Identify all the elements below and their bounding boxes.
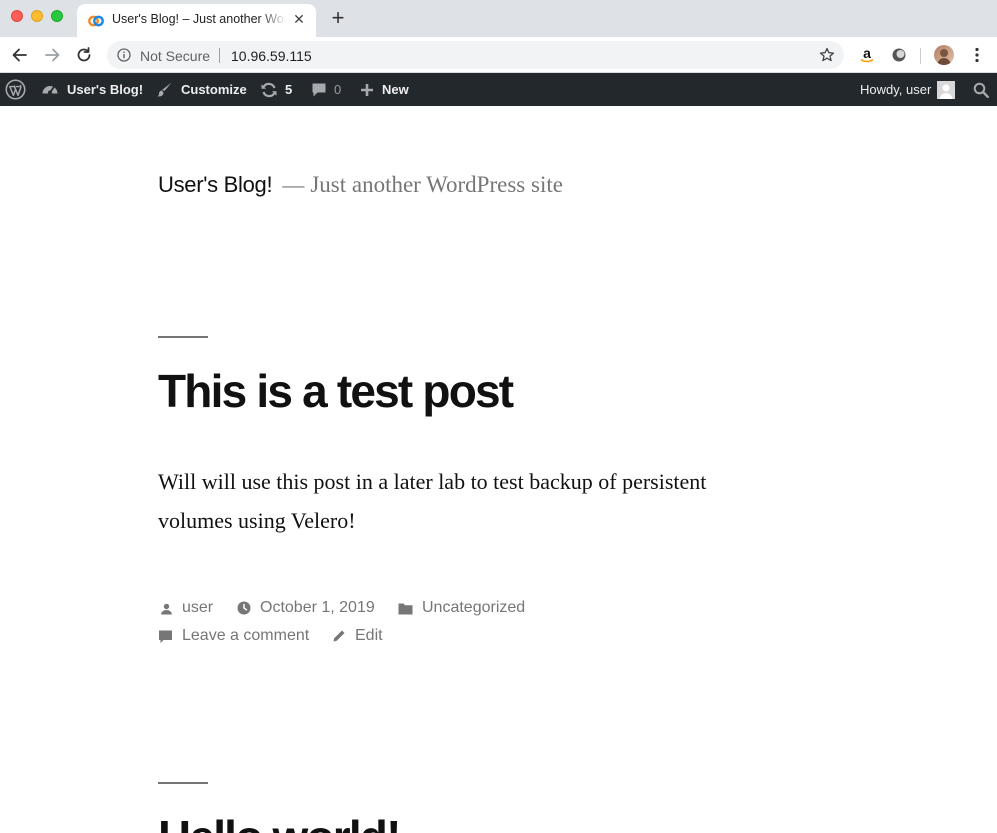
person-icon xyxy=(161,603,172,614)
url-text[interactable]: 10.96.59.115 xyxy=(231,48,312,64)
browser-toolbar: Not Secure 10.96.59.115 a xyxy=(0,37,997,73)
post-separator xyxy=(158,336,208,338)
address-bar[interactable]: Not Secure 10.96.59.115 xyxy=(107,41,844,69)
minimize-window-button[interactable] xyxy=(31,10,43,22)
comments-link[interactable]: 0 xyxy=(311,73,341,106)
profile-avatar[interactable] xyxy=(934,45,954,65)
post-separator xyxy=(158,782,208,784)
edit-post-link[interactable]: Edit xyxy=(355,627,383,645)
user-avatar xyxy=(937,80,956,99)
post-title-link[interactable]: This is a test post xyxy=(158,364,514,418)
url-divider xyxy=(219,48,220,63)
post-author-link[interactable]: user xyxy=(182,599,213,617)
wordpress-logo-menu[interactable] xyxy=(5,73,26,106)
bookmark-star-icon[interactable] xyxy=(819,47,835,63)
post-category-meta: Uncategorized xyxy=(398,599,525,617)
admin-search-button[interactable] xyxy=(973,73,989,106)
maximize-window-button[interactable] xyxy=(51,10,63,22)
wp-admin-bar: User's Blog! Customize 5 0 New Howdy, us… xyxy=(0,73,997,106)
updates-refresh-icon xyxy=(261,82,277,97)
site-description: Just another WordPress site xyxy=(310,172,563,197)
post-date-link[interactable]: October 1, 2019 xyxy=(260,599,375,617)
search-icon xyxy=(973,82,989,98)
more-menu-icon[interactable] xyxy=(968,46,986,64)
admin-site-name: User's Blog! xyxy=(67,82,144,97)
extension-circle-icon[interactable] xyxy=(890,46,908,64)
leave-comment-link[interactable]: Leave a comment xyxy=(182,627,309,645)
svg-text:a: a xyxy=(863,46,871,61)
site-header: User's Blog! — Just another WordPress site xyxy=(158,172,563,198)
customize-label: Customize xyxy=(181,82,247,97)
new-tab-button[interactable]: + xyxy=(329,7,347,29)
post-comments-meta: Leave a comment xyxy=(158,627,309,645)
post-content: Will will use this post in a later lab t… xyxy=(158,469,707,533)
new-content-menu[interactable]: New xyxy=(360,73,409,106)
my-account-menu[interactable]: Howdy, user xyxy=(860,73,956,106)
post-edit-meta: Edit xyxy=(332,627,383,645)
post-date-meta: October 1, 2019 xyxy=(237,599,375,617)
comments-count: 0 xyxy=(334,82,342,97)
amazon-extension-icon[interactable]: a xyxy=(858,46,876,64)
paintbrush-icon xyxy=(157,82,172,97)
updates-count: 5 xyxy=(285,82,293,97)
site-title-separator: — xyxy=(282,172,305,197)
post-category-link[interactable]: Uncategorized xyxy=(422,599,525,617)
site-title-link[interactable]: User's Blog! xyxy=(158,172,273,197)
pencil-icon xyxy=(333,630,345,642)
browser-tab-strip: User's Blog! – Just another WordPress si… xyxy=(0,0,997,37)
howdy-text: Howdy, user xyxy=(860,82,932,97)
back-arrow-icon[interactable] xyxy=(10,45,30,65)
site-name-menu[interactable]: User's Blog! xyxy=(41,73,143,106)
new-label: New xyxy=(382,82,409,97)
folder-icon xyxy=(398,603,413,614)
comment-bubble-icon xyxy=(312,83,326,96)
user-silhouette-icon xyxy=(937,80,956,99)
toolbar-separator xyxy=(920,48,921,64)
post-author-meta: user xyxy=(160,599,213,617)
reload-icon[interactable] xyxy=(74,45,94,65)
site-favicon-icon xyxy=(88,15,104,27)
clock-icon xyxy=(237,601,251,615)
tab-title: User's Blog! – Just another WordPress si… xyxy=(112,12,286,26)
customize-link[interactable]: Customize xyxy=(156,73,247,106)
plus-icon xyxy=(361,83,373,96)
profile-person-icon xyxy=(937,49,951,65)
close-window-button[interactable] xyxy=(11,10,23,22)
forward-arrow-icon[interactable] xyxy=(42,45,62,65)
security-status[interactable]: Not Secure xyxy=(140,48,210,64)
updates-link[interactable]: 5 xyxy=(260,73,292,106)
post-title-link[interactable]: Hello world! xyxy=(158,810,401,833)
close-tab-icon[interactable]: ✕ xyxy=(292,12,306,26)
dashboard-gauge-icon xyxy=(42,85,58,94)
wordpress-logo-icon xyxy=(5,79,26,100)
comment-icon xyxy=(159,630,172,643)
info-icon[interactable] xyxy=(117,48,131,62)
browser-tab[interactable]: User's Blog! – Just another WordPress si… xyxy=(77,4,316,37)
